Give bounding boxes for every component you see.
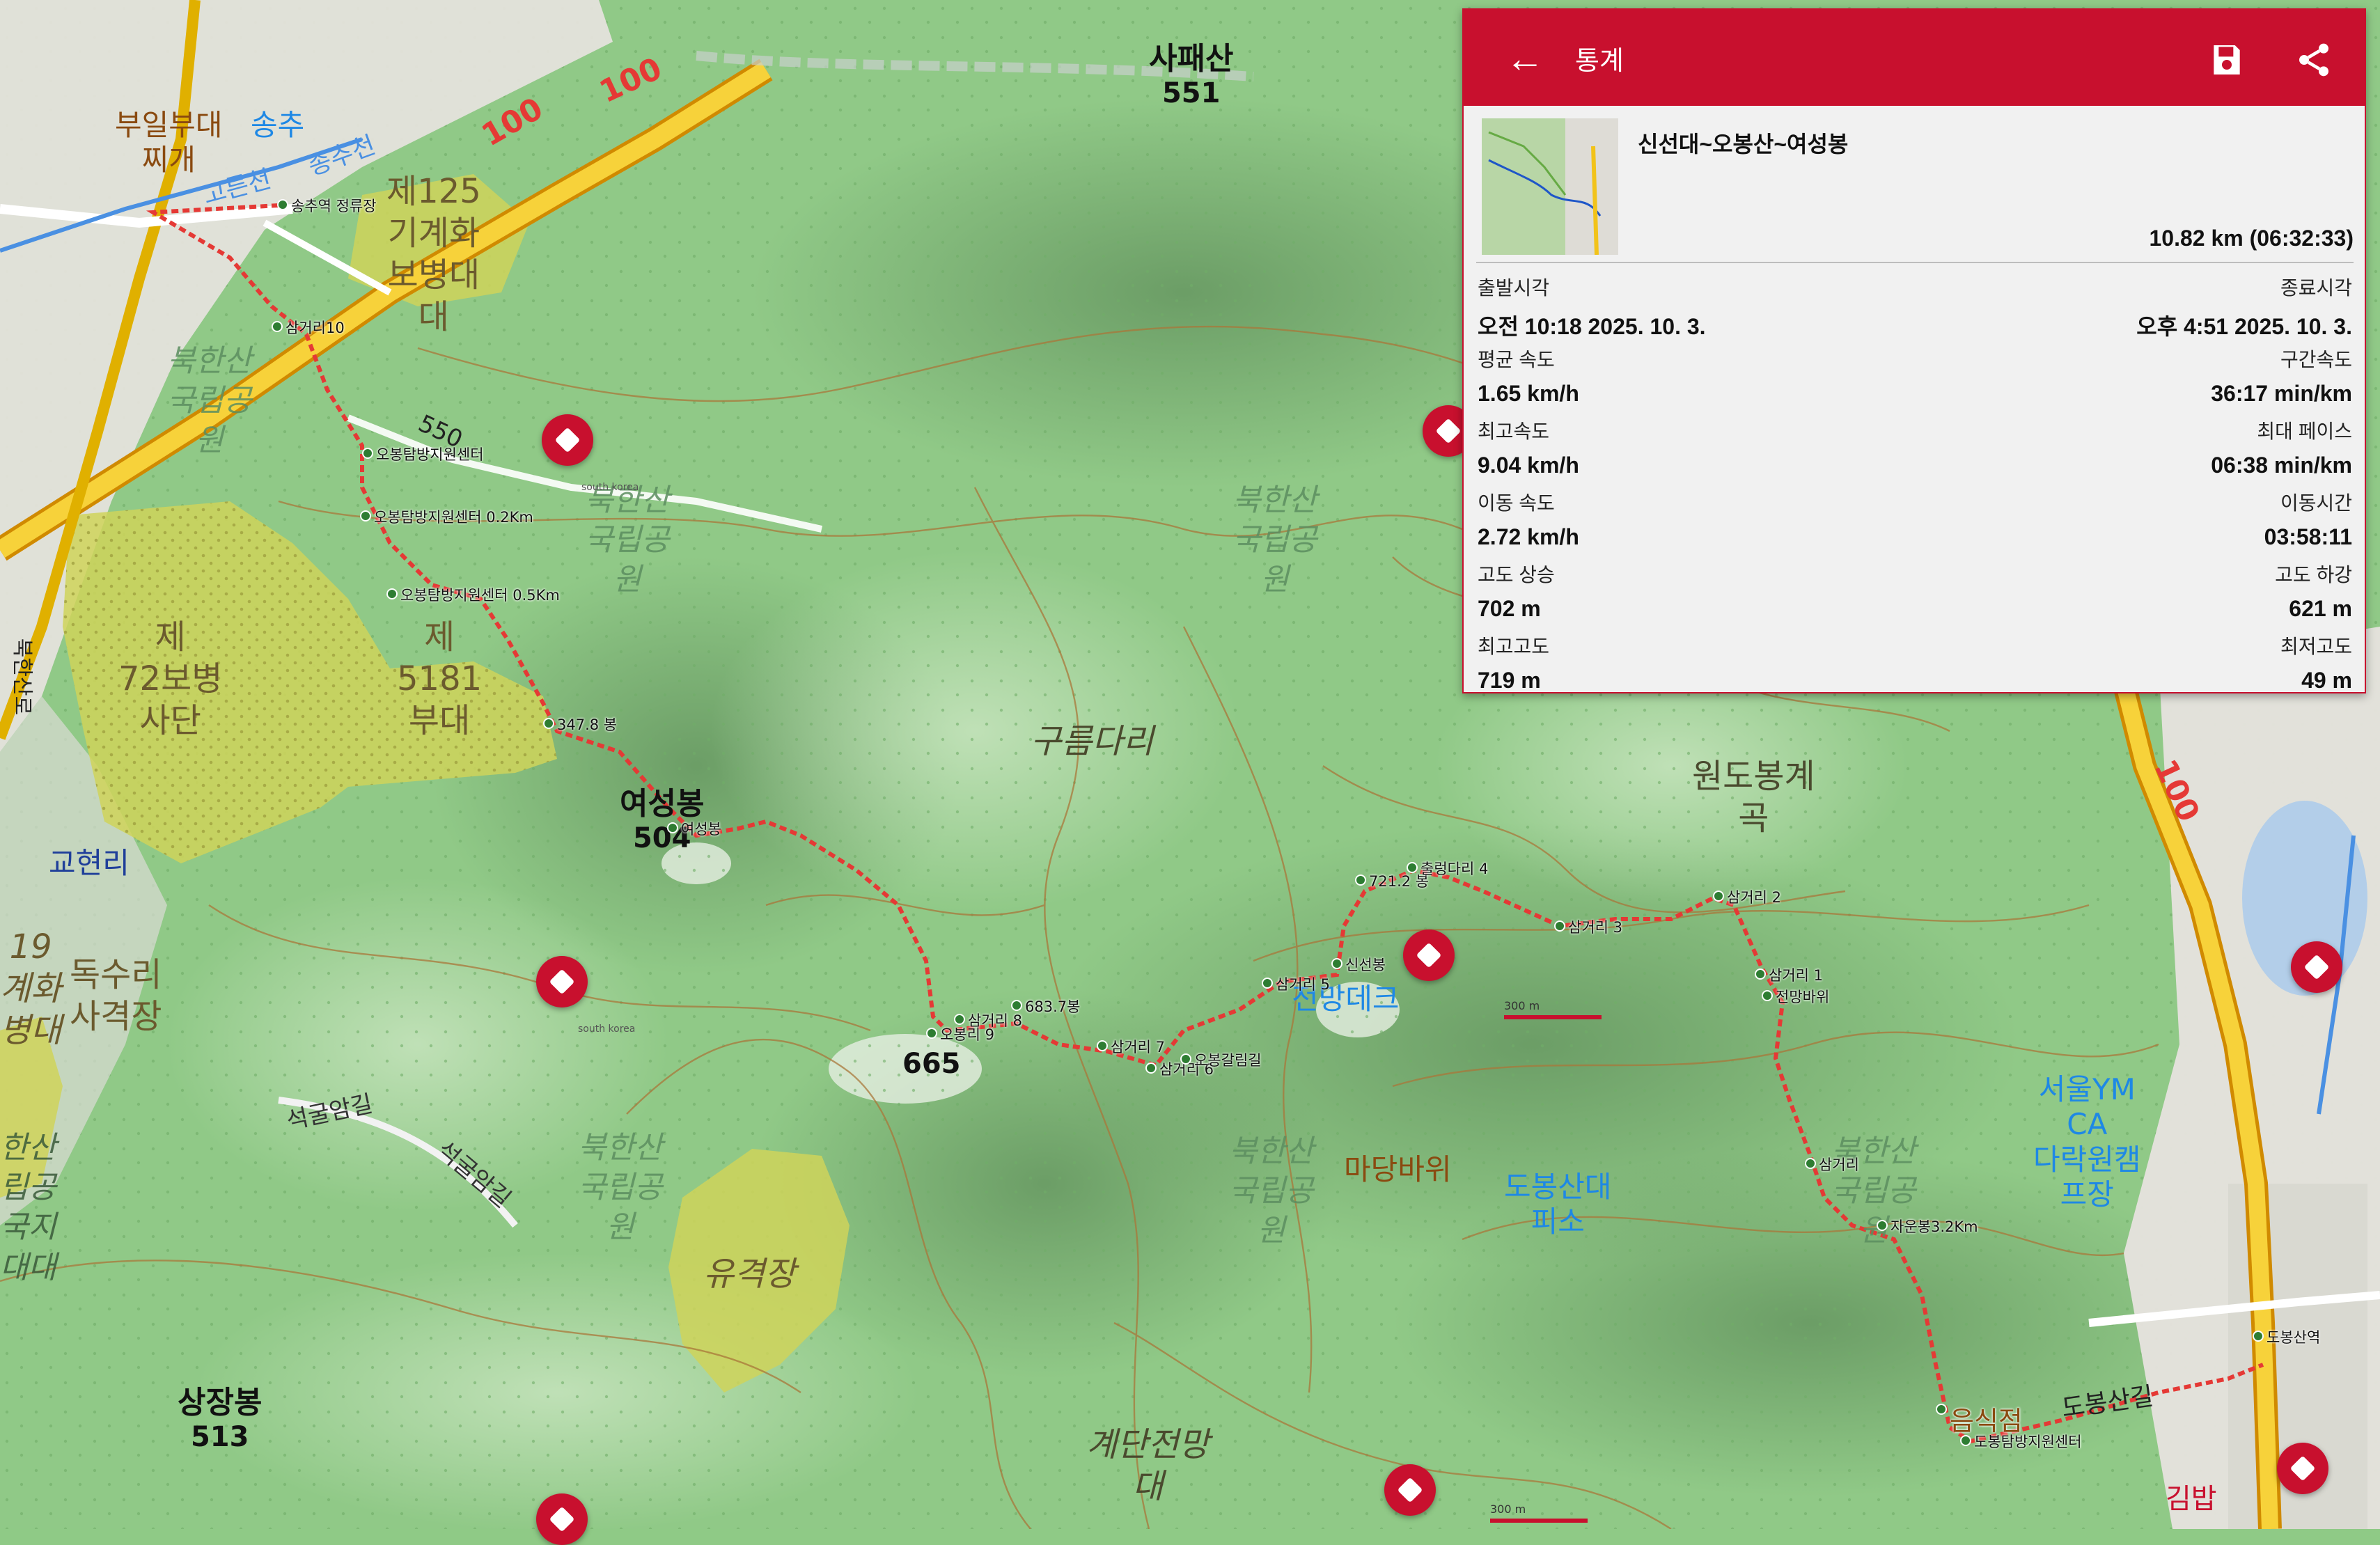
waypoint[interactable]: 삼거리 8 — [954, 1010, 1022, 1030]
stat-row-elevation-range: 최고고도 719 m 최저고도 49 m — [1478, 632, 2352, 701]
label-left-edge-park: 한산 립공 국지 대대 — [0, 1130, 56, 1285]
label-wondobong-valley: 원도봉계 곡 — [1692, 757, 1815, 838]
label-park-3: 북한산 국립공 원 — [1232, 483, 1317, 598]
map-scale-bar: 300 m — [1504, 999, 1602, 1019]
stat-label: 종료시각 — [2280, 277, 2352, 299]
label-park-2: 북한산 국립공 원 — [585, 483, 670, 598]
stat-value: 719 m — [1478, 668, 1541, 693]
label-park-5: 북한산 국립공 원 — [1229, 1134, 1314, 1249]
stat-value: 702 m — [1478, 596, 1541, 621]
arrow-left-icon[interactable]: ← — [1505, 36, 1575, 81]
stat-value: 9.04 km/h — [1478, 453, 1579, 478]
stat-label: 이동시간 — [2280, 492, 2352, 514]
label-gyohyeonri: 교현리 — [49, 846, 130, 880]
direction-diamond-icon[interactable] — [542, 414, 593, 466]
stat-row-speed: 평균 속도 1.65 km/h 구간속도 36:17 min/km — [1478, 345, 2352, 414]
waypoint[interactable]: 683.7봉 — [1010, 996, 1080, 1017]
stat-row-time: 출발시각오전 10:18 2025. 10. 3. 종료시각오후 4:51 20… — [1478, 273, 2352, 343]
label-left-edge-unit: 19 계화 병대 — [0, 927, 62, 1050]
stat-row-elevation-change: 고도 상승 702 m 고도 하강 621 m — [1478, 560, 2352, 629]
stat-value: 621 m — [2289, 596, 2352, 621]
stat-label: 평균 속도 — [1478, 349, 1555, 370]
label-park-1: 북한산 국립공 원 — [167, 343, 252, 459]
waypoint[interactable]: 도봉탐방지원센터 — [1960, 1431, 2082, 1452]
stat-label: 최고고도 — [1478, 636, 1550, 657]
label-doksuri-range: 독수리 사격장 — [70, 955, 162, 1036]
waypoint[interactable]: 오봉탐방지원센터 0.5Km — [386, 584, 560, 605]
waypoint[interactable]: 신선봉 — [1331, 954, 1386, 975]
label-unit-125: 제125 기계화 보병대 대 — [386, 172, 481, 336]
label-dobongsan-shelter: 도봉산대 피소 — [1504, 1170, 1612, 1239]
peak-sapaesan: 사패산 551 — [1149, 41, 1234, 109]
panel-header: ← 통계 — [1464, 10, 2365, 106]
waypoint[interactable]: 삼거리 1 — [1755, 964, 1823, 985]
direction-diamond-icon[interactable] — [2291, 941, 2342, 993]
statistics-panel: ← 통계 신선대~오봉산~여성봉 10.82 km (06:32:33) 출발시… — [1462, 8, 2366, 693]
stat-value: 오후 4:51 2025. 10. 3. — [2136, 314, 2352, 339]
stat-value: 오전 10:18 2025. 10. 3. — [1478, 314, 1706, 339]
peak-sangjangbong: 상장봉 513 — [178, 1385, 263, 1453]
waypoint[interactable]: 출렁다리 4 — [1406, 858, 1488, 879]
waypoint[interactable]: 오봉탐방지원센터 0.2Km — [360, 506, 533, 527]
label-unit-5181: 제 5181 부대 — [397, 618, 483, 740]
stat-value: 2.72 km/h — [1478, 524, 1579, 549]
track-card[interactable]: 신선대~오봉산~여성봉 10.82 km (06:32:33) — [1476, 109, 2354, 263]
map-scale-bar: 300 m — [1490, 1503, 1588, 1523]
stat-value: 49 m — [2301, 668, 2352, 693]
stat-label: 최대 페이스 — [2257, 421, 2352, 442]
save-icon[interactable] — [2207, 40, 2246, 79]
stat-row-max-speed: 최고속도 9.04 km/h 최대 페이스 06:38 min/km — [1478, 416, 2352, 486]
stat-label: 출발시각 — [1478, 277, 1550, 299]
label-gyedan-viewpoint: 계단전망 대 — [1086, 1425, 1209, 1506]
track-summary: 10.82 km (06:32:33) — [2149, 226, 2354, 251]
waypoint[interactable]: 오봉탐방지원센터 — [362, 444, 484, 464]
stat-label: 이동 속도 — [1478, 492, 1555, 514]
stat-label: 최저고도 — [2280, 636, 2352, 657]
track-thumbnail — [1482, 118, 1618, 255]
map-region-label: south korea — [581, 482, 639, 493]
label-songchu: 송추 — [251, 108, 305, 142]
waypoint[interactable]: 삼거리10 — [272, 317, 345, 338]
label-unit-72: 제 72보병 사단 — [118, 618, 223, 740]
stat-value: 36:17 min/km — [2211, 381, 2352, 406]
direction-diamond-icon[interactable] — [1403, 930, 1455, 981]
waypoint[interactable]: 여성봉 — [667, 818, 721, 839]
direction-diamond-icon[interactable] — [1384, 1464, 1436, 1516]
label-gureum-bridge: 구름다리 — [1031, 722, 1154, 761]
peak-665: 665 — [902, 1048, 961, 1080]
stat-label: 고도 상승 — [1478, 564, 1555, 586]
direction-diamond-icon[interactable] — [2277, 1443, 2328, 1494]
stat-value: 06:38 min/km — [2211, 453, 2352, 478]
road-label-bukhansan-ro: 북한산로 — [10, 638, 35, 716]
waypoint[interactable]: 삼거리 7 — [1097, 1036, 1165, 1057]
stat-row-moving: 이동 속도 2.72 km/h 이동시간 03:58:11 — [1478, 488, 2352, 558]
label-park-4: 북한산 국립공 원 — [578, 1130, 663, 1246]
stat-label: 구간속도 — [2280, 349, 2352, 370]
waypoint[interactable]: 삼거리 2 — [1713, 886, 1781, 907]
stat-label: 최고속도 — [1478, 421, 1550, 442]
direction-diamond-icon[interactable] — [536, 1493, 588, 1545]
stat-label: 고도 하강 — [2275, 564, 2352, 586]
waypoint[interactable]: 삼거리 3 — [1554, 916, 1622, 937]
panel-title: 통계 — [1575, 46, 1624, 76]
stat-value: 1.65 km/h — [1478, 381, 1579, 406]
map-region-label: south korea — [578, 1024, 636, 1035]
waypoint[interactable]: 삼거리 — [1805, 1154, 1859, 1175]
waypoint[interactable]: 자운봉3.2Km — [1877, 1216, 1978, 1237]
waypoint[interactable]: 도봉산역 — [2252, 1326, 2320, 1347]
share-icon[interactable] — [2294, 40, 2334, 79]
waypoint[interactable]: 송추역 정류장 — [277, 195, 377, 216]
waypoint[interactable]: 347.8 봉 — [542, 714, 617, 735]
label-ymca-camp: 서울YM CA 다락원캠 프장 — [2033, 1072, 2141, 1212]
label-madang-rock: 마당바위 — [1344, 1152, 1452, 1186]
waypoint[interactable]: 오봉갈림길 — [1180, 1049, 1262, 1070]
label-bueil-unit: 부일부대 찌개 — [115, 108, 223, 178]
direction-diamond-icon[interactable] — [536, 956, 588, 1007]
waypoint[interactable]: 삼거리 5 — [1262, 973, 1330, 994]
waypoint[interactable]: 전망바위 — [1761, 986, 1829, 1007]
label-yugyeokjang: 유격장 — [703, 1255, 796, 1294]
road-label-gimbap: 김밥 — [2166, 1483, 2217, 1515]
track-name: 신선대~오봉산~여성봉 — [1638, 132, 1849, 157]
stat-value: 03:58:11 — [2264, 524, 2352, 549]
